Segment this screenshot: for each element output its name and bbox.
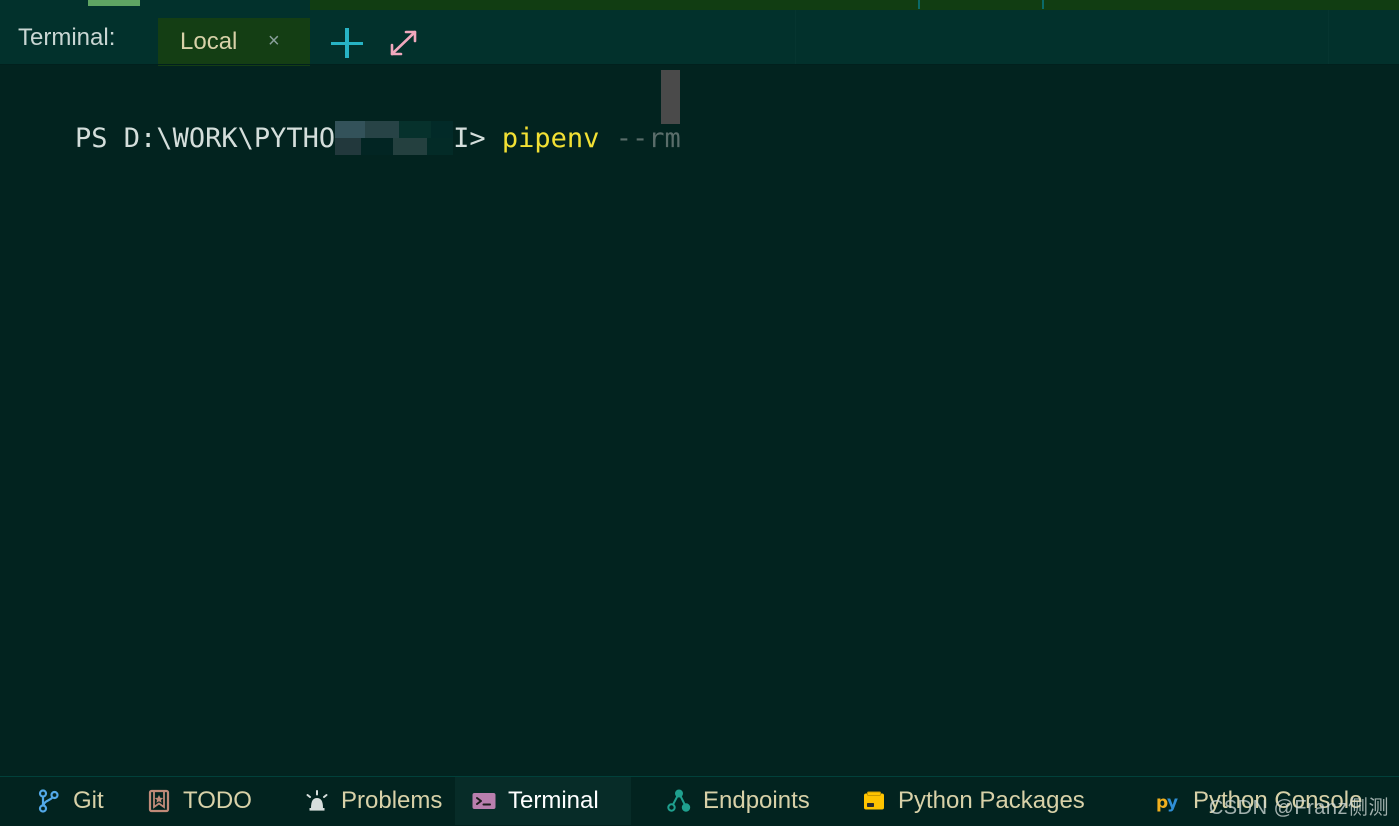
sidebar-item-endpoints[interactable]: Endpoints [650, 777, 826, 825]
package-box-icon [861, 788, 887, 814]
header-tick-separator-2 [1042, 0, 1044, 9]
terminal-prompt-line: PS D:\WORK\PYTHO I> pipenv --rm [10, 76, 681, 202]
tab-local-label: Local [180, 28, 238, 55]
terminal-icon [471, 788, 497, 814]
sidebar-item-python-console[interactable]: p y Python Console [1140, 777, 1378, 825]
header-divider-2 [1328, 10, 1329, 65]
sidebar-item-python-console-label: Python Console [1193, 787, 1363, 814]
python-py-icon: p y [1156, 788, 1182, 814]
sidebar-item-python-packages-label: Python Packages [898, 787, 1085, 814]
plus-icon[interactable] [330, 26, 364, 60]
header-bottom-rule [0, 64, 1399, 65]
terminal-cursor [661, 70, 680, 124]
upper-toolwindow-strip [0, 0, 1399, 10]
close-icon[interactable]: × [268, 18, 280, 65]
sidebar-item-terminal-label: Terminal [508, 787, 599, 814]
sidebar-item-todo-label: TODO [183, 787, 252, 814]
header-tick-separator-1 [918, 0, 920, 9]
bottom-toolwindow-bar: Git TODO Problems Terminal Endpoints Pyt… [0, 776, 1399, 826]
sidebar-item-terminal[interactable]: Terminal [455, 777, 631, 825]
endpoints-icon [666, 788, 692, 814]
sidebar-item-problems-label: Problems [341, 787, 443, 814]
upper-tab-accent [88, 0, 140, 6]
sidebar-item-git-label: Git [73, 787, 104, 814]
sidebar-item-git[interactable]: Git [20, 777, 120, 825]
prompt-suffix: I> [453, 123, 486, 154]
svg-text:y: y [1167, 793, 1178, 813]
terminal-command: pipenv [501, 123, 600, 154]
bookmark-star-icon [146, 788, 172, 814]
alert-lamp-icon [304, 788, 330, 814]
sidebar-item-todo[interactable]: TODO [130, 777, 268, 825]
prompt-path: PS D:\WORK\PYTHO [75, 123, 336, 154]
sidebar-item-python-packages[interactable]: Python Packages [845, 777, 1101, 825]
terminal-header-bar: Terminal: Local × [0, 10, 1399, 73]
header-divider-1 [795, 10, 796, 65]
redacted-path-block [335, 121, 454, 155]
terminal-flag: --rm [615, 123, 681, 154]
sidebar-item-endpoints-label: Endpoints [703, 787, 810, 814]
terminal-output-area[interactable]: PS D:\WORK\PYTHO I> pipenv --rm [0, 66, 1399, 777]
expand-arrows-icon[interactable] [388, 28, 420, 58]
upper-tab-dark-block [310, 0, 1399, 10]
sidebar-item-problems[interactable]: Problems [288, 777, 458, 825]
terminal-title: Terminal: [18, 24, 116, 51]
git-branch-icon [36, 788, 62, 814]
